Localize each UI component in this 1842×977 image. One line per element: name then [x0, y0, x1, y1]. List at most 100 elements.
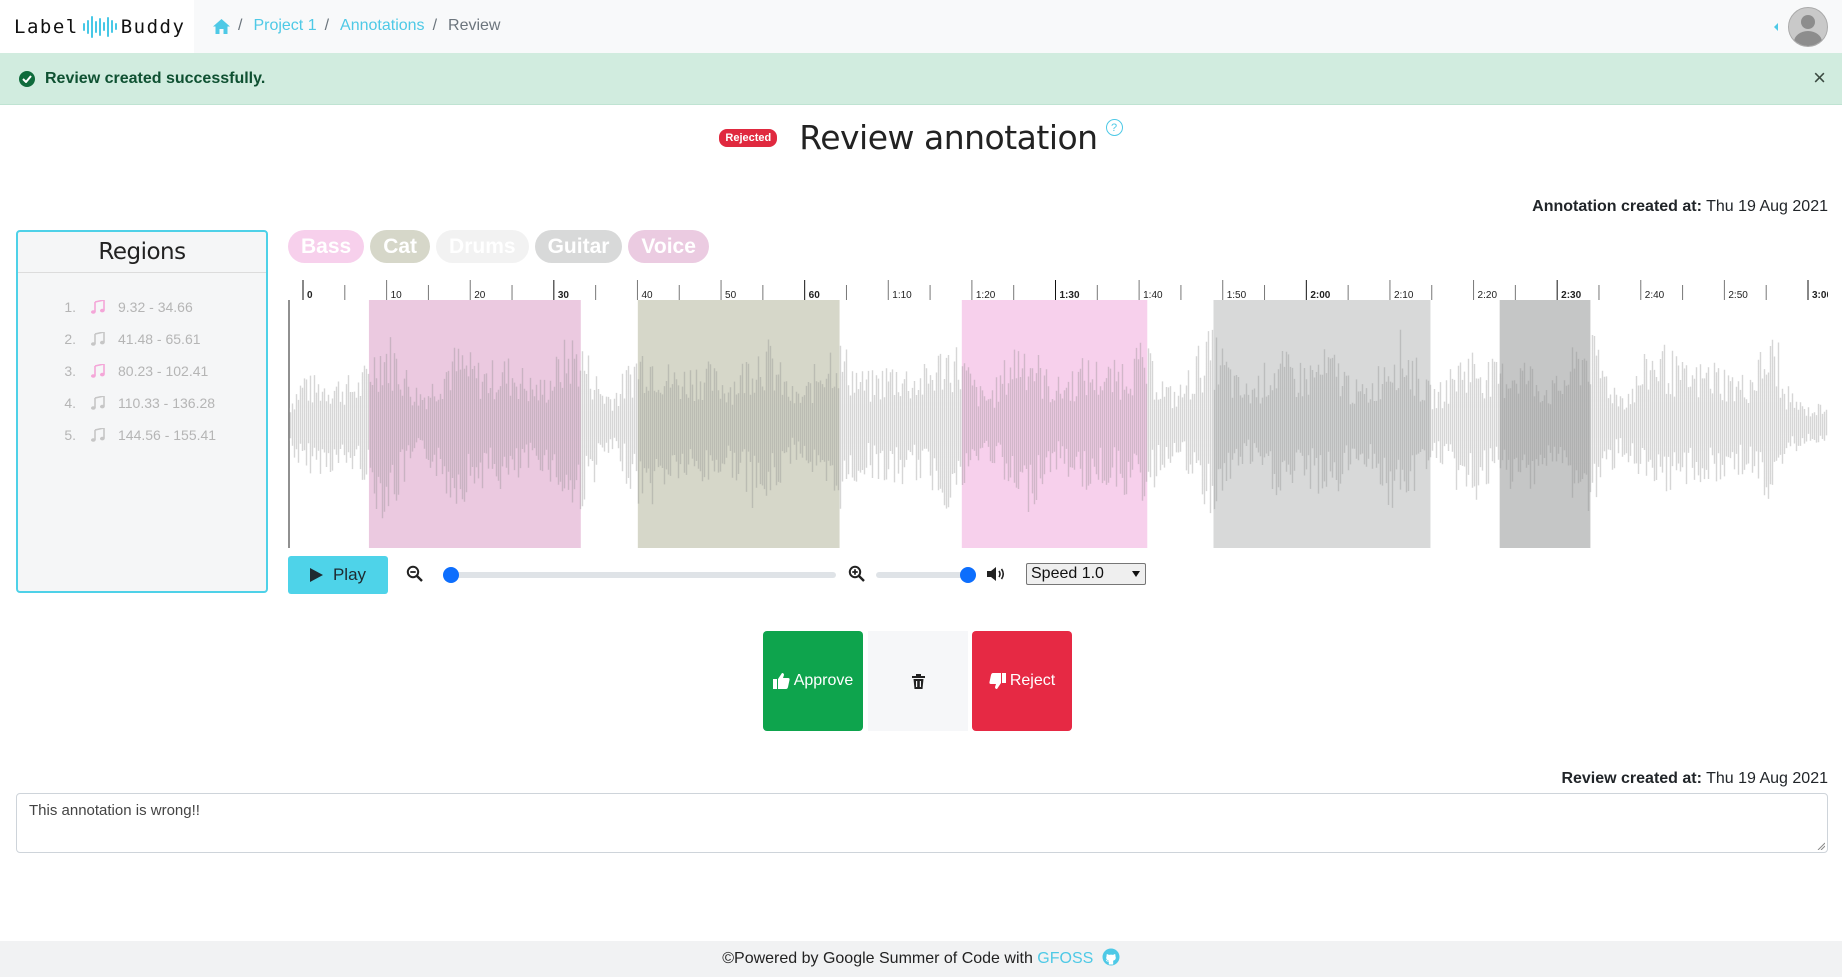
approve-button[interactable]: Approve — [763, 631, 863, 731]
timeline-label: 2:00 — [1310, 290, 1330, 300]
timeline-label: 10 — [391, 290, 403, 300]
label-pill-drums[interactable]: Drums — [436, 230, 529, 263]
music-note-icon — [88, 396, 108, 410]
page-title: Review annotation — [799, 118, 1098, 157]
region-range: 110.33 - 136.28 — [118, 395, 216, 411]
timeline-label: 1:30 — [1060, 290, 1080, 300]
waveform-logo-icon — [82, 14, 117, 40]
reject-button[interactable]: Reject — [972, 631, 1072, 731]
footer-gfoss-link[interactable]: GFOSS — [1037, 950, 1093, 967]
label-pill-guitar[interactable]: Guitar — [534, 230, 623, 263]
timeline: 0 10 20 30 40 50 60 1:10 1:20 1:30 1:40 1:50 2:00 2:1… — [288, 276, 1828, 300]
music-note-icon — [88, 332, 108, 346]
timeline-label: 0 — [307, 290, 313, 300]
page-header: Rejected Review annotation ? — [0, 118, 1842, 157]
zoom-out-icon[interactable] — [406, 565, 423, 582]
chevron-down-icon — [1132, 571, 1140, 577]
breadcrumb-project[interactable]: Project 1 — [253, 17, 316, 35]
brand-logo[interactable]: Label Buddy — [0, 0, 194, 53]
footer-text: ©Powered by Google Summer of Code with — [722, 950, 1038, 967]
timeline-label: 1:10 — [892, 290, 912, 300]
region-index: 2. — [64, 331, 76, 347]
music-note-icon — [88, 300, 108, 314]
speed-select[interactable]: Speed 1.0 — [1026, 563, 1146, 585]
label-pill-voice[interactable]: Voice — [628, 230, 709, 263]
region-list-item[interactable]: 1. 9.32 - 34.66 — [18, 291, 266, 323]
thumbs-up-icon — [772, 673, 790, 689]
timeline-label: 2:20 — [1478, 290, 1498, 300]
footer: ©Powered by Google Summer of Code with G… — [0, 941, 1842, 977]
brand-left-text: Label — [14, 15, 79, 38]
zoom-slider[interactable] — [443, 572, 836, 578]
breadcrumb-separator: / — [432, 17, 438, 34]
thumbs-down-icon — [989, 673, 1006, 689]
timeline-label: 1:50 — [1227, 290, 1247, 300]
delete-button[interactable] — [868, 631, 968, 731]
timeline-label: 30 — [558, 290, 570, 300]
timeline-label: 2:50 — [1728, 290, 1748, 300]
music-note-icon — [88, 428, 108, 442]
volume-icon[interactable] — [987, 566, 1007, 582]
zoom-slider-thumb[interactable] — [443, 567, 459, 583]
status-badge: Rejected — [719, 128, 778, 147]
region-index: 1. — [64, 299, 76, 315]
review-created-at: Review created at: Thu 19 Aug 2021 — [1561, 770, 1828, 788]
zoom-in-icon[interactable] — [848, 565, 865, 582]
play-button[interactable]: Play — [288, 556, 388, 594]
help-icon[interactable]: ? — [1105, 119, 1123, 136]
play-label: Play — [332, 565, 367, 584]
annotation-created-value: Thu 19 Aug 2021 — [1706, 198, 1828, 215]
resize-grip-icon[interactable] — [1817, 842, 1825, 850]
top-navbar: Label Buddy / Project 1 / Annotations / … — [0, 0, 1842, 54]
region-index: 5. — [64, 427, 76, 443]
regions-panel: Regions 1. 9.32 - 34.66 2. 41.48 - 65.61 3. 8… — [16, 230, 268, 593]
region-range: 80.23 - 102.41 — [118, 363, 209, 379]
breadcrumb-current: Review — [448, 17, 501, 34]
region-list-item[interactable]: 3. 80.23 - 102.41 — [18, 355, 266, 387]
trash-icon — [911, 673, 925, 689]
regions-title: Regions — [18, 232, 266, 273]
waveform[interactable] — [288, 300, 1828, 548]
close-icon[interactable]: × — [1813, 67, 1826, 89]
region-list-item[interactable]: 4. 110.33 - 136.28 — [18, 387, 266, 419]
breadcrumb-annotations[interactable]: Annotations — [340, 17, 425, 35]
github-icon[interactable] — [1102, 948, 1120, 966]
timeline-label: 20 — [474, 290, 486, 300]
label-pill-cat[interactable]: Cat — [370, 230, 431, 263]
region-list-item[interactable]: 5. 144.56 - 155.41 — [18, 419, 266, 451]
region-list-item[interactable]: 2. 41.48 - 65.61 — [18, 323, 266, 355]
label-pills: Bass Cat Drums Guitar Voice — [288, 230, 709, 263]
review-created-value: Thu 19 Aug 2021 — [1706, 770, 1828, 787]
user-menu[interactable] — [1774, 7, 1828, 47]
review-comment-text: This annotation is wrong!! — [29, 802, 200, 819]
region-range: 9.32 - 34.66 — [118, 299, 193, 315]
volume-slider-thumb[interactable] — [960, 567, 976, 583]
timeline-label: 2:10 — [1394, 290, 1414, 300]
play-icon — [309, 568, 323, 582]
region-range: 144.56 - 155.41 — [118, 427, 217, 443]
breadcrumb-separator: / — [238, 17, 243, 34]
timeline-label: 1:20 — [976, 290, 996, 300]
avatar[interactable] — [1788, 7, 1828, 47]
timeline-label: 50 — [725, 290, 737, 300]
annotation-created-label: Annotation created at: — [1532, 198, 1702, 215]
caret-left-icon — [1774, 23, 1778, 31]
breadcrumb: / Project 1 / Annotations / Review — [213, 17, 500, 35]
music-note-icon — [88, 364, 108, 378]
reject-label: Reject — [1009, 672, 1056, 689]
alert-message: Review created successfully. — [45, 69, 266, 87]
timeline-label: 60 — [809, 290, 821, 300]
timeline-label: 40 — [641, 290, 653, 300]
review-created-label: Review created at: — [1561, 770, 1702, 787]
regions-list: 1. 9.32 - 34.66 2. 41.48 - 65.61 3. 80.23 - 1… — [18, 273, 266, 451]
brand-right-text: Buddy — [120, 15, 186, 38]
review-comment-textarea[interactable]: This annotation is wrong!! — [16, 793, 1828, 853]
check-circle-icon — [19, 70, 35, 87]
home-icon[interactable] — [213, 18, 230, 34]
timeline-label: 2:30 — [1561, 290, 1581, 300]
label-pill-bass[interactable]: Bass — [288, 230, 365, 263]
region-range: 41.48 - 65.61 — [118, 331, 201, 347]
success-alert: Review created successfully. × — [0, 53, 1842, 105]
breadcrumb-separator: / — [324, 17, 330, 34]
speed-value: Speed 1.0 — [1031, 565, 1104, 582]
